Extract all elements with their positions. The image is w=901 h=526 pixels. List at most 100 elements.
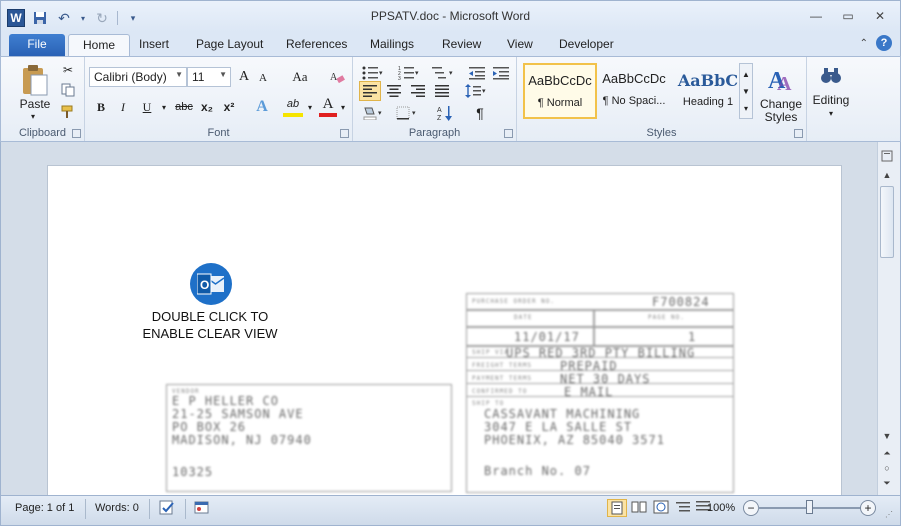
align-center-icon[interactable] — [383, 81, 405, 101]
highlight-button[interactable]: ab — [283, 95, 303, 117]
scroll-down-icon[interactable]: ▼ — [878, 431, 896, 441]
font-launcher-icon[interactable] — [340, 129, 349, 138]
strikethrough-button[interactable]: abc — [173, 97, 195, 117]
tab-developer[interactable]: Developer — [545, 34, 628, 56]
date-label: DATE — [514, 314, 533, 321]
ship-to-line: CASSAVANT MACHINING — [484, 407, 641, 421]
font-color-dropdown-icon[interactable]: ▾ — [338, 99, 348, 115]
styles-scroll[interactable]: ▲ ▼ ▾ — [739, 63, 753, 119]
bold-button[interactable]: B — [91, 97, 111, 117]
vendor-line: MADISON, NJ 07940 — [172, 433, 312, 447]
zoom-slider-thumb[interactable] — [806, 500, 813, 514]
tab-view[interactable]: View — [493, 34, 547, 56]
scroll-thumb[interactable] — [880, 186, 894, 258]
tab-home[interactable]: Home — [68, 34, 131, 56]
tab-insert[interactable]: Insert — [125, 34, 183, 56]
po-number: F700824 — [652, 295, 710, 309]
binoculars-icon[interactable] — [817, 61, 845, 89]
italic-button[interactable]: I — [113, 97, 133, 117]
tab-page-layout[interactable]: Page Layout — [182, 34, 277, 56]
word-count[interactable]: Words: 0 — [95, 502, 139, 514]
zoom-level[interactable]: 100% — [707, 502, 735, 514]
maximize-icon[interactable]: ▭ — [834, 7, 862, 25]
macro-record-icon[interactable] — [194, 500, 210, 519]
text-effects-icon[interactable]: A — [251, 97, 273, 117]
minimize-ribbon-icon[interactable]: ⌃ — [860, 38, 868, 49]
editing-button[interactable]: Editing — [807, 93, 855, 107]
clear-formatting-icon[interactable]: A — [327, 67, 347, 87]
resize-grip-icon[interactable]: ⋰ — [885, 510, 893, 519]
tab-review[interactable]: Review — [428, 34, 495, 56]
browse-object-icon[interactable]: ○ — [878, 463, 896, 473]
styles-label: Styles — [646, 127, 677, 139]
font-size-combo[interactable]: 11 ▼ — [187, 67, 231, 87]
change-styles-button[interactable]: Change Styles — [757, 97, 805, 125]
grow-font-button[interactable]: A — [235, 67, 253, 87]
page-label: PAGE NO. — [648, 314, 685, 321]
align-right-icon[interactable] — [407, 81, 429, 101]
outline-icon[interactable] — [675, 500, 691, 517]
help-icon[interactable]: ? — [876, 35, 892, 51]
style-normal[interactable]: AaBbCcDc ¶ Normal — [523, 63, 597, 119]
borders-icon[interactable]: ▾ — [393, 103, 421, 123]
proofing-icon[interactable] — [159, 500, 177, 519]
zoom-in-icon[interactable]: + — [860, 500, 876, 516]
bullets-icon[interactable]: ▾ — [359, 63, 387, 83]
styles-down-icon[interactable]: ▼ — [742, 83, 750, 100]
ship-to-label: SHIP TO — [472, 400, 505, 407]
show-formatting-button[interactable]: ¶ — [469, 103, 491, 123]
superscript-button[interactable]: x² — [219, 97, 239, 117]
numbering-icon[interactable]: 1 2 3 ▾ — [395, 63, 423, 83]
window-title: PPSATV.doc - Microsoft Word — [370, 9, 531, 23]
justify-icon[interactable] — [431, 81, 453, 101]
sort-icon[interactable]: AZ — [435, 103, 457, 123]
zoom-out-icon[interactable]: − — [743, 500, 759, 516]
clear-view-prompt[interactable]: DOUBLE CLICK TO ENABLE CLEAR VIEW — [130, 308, 290, 342]
styles-launcher-icon[interactable] — [794, 129, 803, 138]
print-layout-icon[interactable] — [607, 499, 627, 517]
vertical-scrollbar[interactable]: ▲ ▼ ⏶ ○ ⏷ — [877, 142, 901, 495]
paragraph-launcher-icon[interactable] — [504, 129, 513, 138]
editing-dropdown-icon[interactable]: ▾ — [821, 107, 841, 119]
subscript-button[interactable]: x₂ — [197, 97, 217, 117]
highlight-dropdown-icon[interactable]: ▾ — [305, 99, 315, 115]
font-color-button[interactable]: A — [319, 95, 337, 117]
multilevel-list-icon[interactable]: ▾ — [429, 63, 457, 83]
styles-up-icon[interactable]: ▲ — [742, 66, 750, 83]
style-heading-1[interactable]: AaBbC Heading 1 — [671, 63, 745, 119]
clipboard-launcher-icon[interactable] — [72, 129, 81, 138]
scroll-up-icon[interactable]: ▲ — [878, 170, 896, 180]
full-screen-reading-icon[interactable] — [631, 500, 647, 517]
next-page-icon[interactable]: ⏷ — [878, 478, 896, 489]
change-styles-icon[interactable]: AA — [759, 61, 803, 97]
status-separator — [185, 499, 186, 519]
decrease-indent-icon[interactable] — [467, 63, 487, 83]
minimize-icon[interactable]: — — [802, 7, 830, 25]
previous-page-icon[interactable]: ⏶ — [878, 448, 896, 459]
shrink-font-button[interactable]: A — [255, 69, 271, 87]
tab-mailings[interactable]: Mailings — [356, 34, 428, 56]
format-painter-icon[interactable] — [59, 103, 77, 121]
style-no-spacing[interactable]: AaBbCcDc ¶ No Spaci... — [597, 63, 671, 119]
paste-dropdown-icon[interactable]: ▾ — [23, 111, 43, 121]
line-spacing-icon[interactable]: ▾ — [463, 81, 489, 101]
styles-more-icon[interactable]: ▾ — [744, 100, 748, 117]
tab-references[interactable]: References — [272, 34, 361, 56]
change-case-button[interactable]: Aa — [287, 67, 313, 87]
close-icon[interactable]: ✕ — [866, 7, 894, 25]
font-name-combo[interactable]: Calibri (Body) ▼ — [89, 67, 187, 87]
copy-icon[interactable] — [59, 81, 77, 99]
paste-icon[interactable] — [15, 61, 55, 101]
paste-button[interactable]: Paste — [13, 97, 57, 111]
page-indicator[interactable]: Page: 1 of 1 — [15, 502, 74, 514]
underline-dropdown-icon[interactable]: ▾ — [159, 99, 169, 115]
outlook-icon[interactable]: O — [190, 263, 232, 305]
increase-indent-icon[interactable] — [491, 63, 511, 83]
tab-file[interactable]: File — [9, 34, 65, 56]
web-layout-icon[interactable] — [653, 500, 669, 517]
underline-button[interactable]: U — [137, 97, 157, 117]
align-left-icon[interactable] — [359, 81, 381, 101]
shading-icon[interactable]: ▾ — [359, 103, 387, 123]
ruler-toggle-icon[interactable] — [878, 150, 896, 164]
cut-icon[interactable]: ✂ — [59, 61, 77, 79]
